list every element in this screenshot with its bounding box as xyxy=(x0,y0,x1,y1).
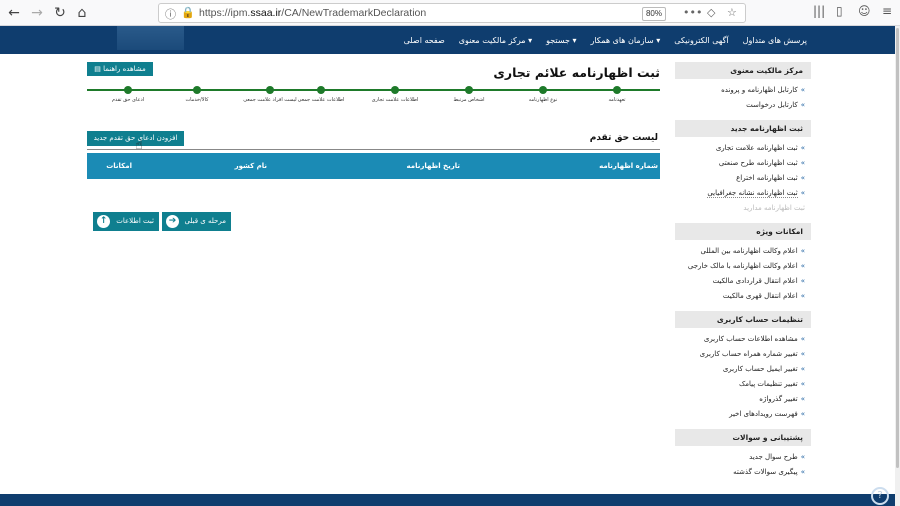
sidebar-section-support: پشتیبانی و سوالات xyxy=(675,429,811,446)
sidebar-item-disabled: ثبت اظهارنامه مدارید xyxy=(743,204,805,212)
step-trademark-info[interactable]: اطلاعات علامت تجاری xyxy=(360,86,430,103)
sidebar-section-ip-center: مرکز مالکیت معنوی xyxy=(675,62,811,79)
account-icon[interactable]: ☺ xyxy=(858,4,871,18)
sidebar-item-sms-settings[interactable]: تغییر تنظیمات پیامک xyxy=(675,377,811,392)
menu-icon[interactable]: ≡ xyxy=(882,4,892,18)
step-commitment[interactable]: تعهدنامه xyxy=(582,86,652,103)
bookmark-star-icon[interactable]: ☆ xyxy=(727,6,737,19)
sidebar-item-view-account[interactable]: مشاهده اطلاعات حساب کاربری xyxy=(675,332,811,347)
lock-icon[interactable]: 🔒 xyxy=(181,6,195,19)
nav-e-ads[interactable]: آگهی الکترونیکی xyxy=(674,36,728,45)
nav-home[interactable]: صفحه اصلی xyxy=(404,36,445,45)
sidebar-item-change-email[interactable]: تغییر ایمیل حساب کاربری xyxy=(675,362,811,377)
sidebar-icon[interactable]: ▯ xyxy=(836,4,843,18)
sidebar-item-change-password[interactable]: تغییر گذرواژه xyxy=(675,392,811,407)
footer xyxy=(0,494,895,506)
home-icon[interactable]: ⌂ xyxy=(72,3,92,23)
submit-info-button[interactable]: ثبت اطلاعات ↑ xyxy=(93,212,159,231)
divider xyxy=(87,149,660,150)
sidebar-item-request-cartable[interactable]: کارتابل درخواست xyxy=(675,98,811,113)
priority-list-title: لیست حق تقدم xyxy=(589,133,658,143)
sidebar-item-geographical-indication[interactable]: ثبت اظهارنامه نشانه جغرافیایی xyxy=(675,186,811,201)
scrollbar-thumb[interactable] xyxy=(896,28,899,468)
view-guide-button[interactable]: ▤ مشاهده راهنما xyxy=(87,62,153,76)
hand-cursor-icon: ☝ xyxy=(135,138,143,153)
sidebar-item-trademark[interactable]: ثبت اظهارنامه علامت تجاری xyxy=(675,141,811,156)
col-actions: امکانات xyxy=(106,162,132,170)
nav-menu: صفحه اصلی ▾ مرکز مالکیت معنوی ▾ جستجو ▾ … xyxy=(404,26,807,54)
browser-toolbar: ← → ↻ ⌂ ⓘ 🔒 https://ipm.ssaa.ir/CA/NewTr… xyxy=(0,0,900,26)
forward-icon[interactable]: → xyxy=(27,3,47,23)
sidebar: مرکز مالکیت معنوی کارتابل اظهارنامه و پر… xyxy=(675,62,811,480)
reload-icon[interactable]: ↻ xyxy=(50,3,70,23)
progress-stepper: تعهدنامه نوع اظهارنامه اشخاص مرتبط اطلاع… xyxy=(87,86,660,108)
col-country-name: نام کشور xyxy=(234,162,267,170)
sidebar-item-contract-transfer[interactable]: اعلام انتقال قراردادی مالکیت xyxy=(675,274,811,289)
step-declaration-type[interactable]: نوع اظهارنامه xyxy=(508,86,578,103)
sidebar-item-industrial-design[interactable]: ثبت اظهارنامه طرح صنعتی xyxy=(675,156,811,171)
sidebar-section-new-declaration: ثبت اظهارنامه جدید xyxy=(675,120,811,137)
previous-step-button[interactable]: مرحله ی قبلی ➔ xyxy=(162,212,231,231)
sidebar-item-foreign-owner-attorney[interactable]: اعلام وکالت اظهارنامه با مالک خارجی xyxy=(675,259,811,274)
sidebar-item-patent[interactable]: ثبت اظهارنامه اختراع xyxy=(675,171,811,186)
back-icon[interactable]: ← xyxy=(4,3,24,23)
priority-table-header: شماره اظهارنامه تاریخ اظهارنامه نام کشور… xyxy=(87,153,660,179)
sidebar-item-declaration-cartable[interactable]: کارتابل اظهارنامه و پرونده xyxy=(675,83,811,98)
sidebar-item-intl-attorney[interactable]: اعلام وکالت اظهارنامه بین المللی xyxy=(675,244,811,259)
library-icon[interactable]: ||| xyxy=(813,4,825,18)
page-title: ثبت اظهارنامه علائم تجاری xyxy=(493,65,660,80)
book-icon: ▤ xyxy=(94,65,101,73)
site-logo[interactable] xyxy=(117,26,184,50)
help-icon[interactable]: ? xyxy=(871,487,889,505)
sidebar-item-forced-transfer[interactable]: اعلام انتقال قهری مالکیت xyxy=(675,289,811,304)
sidebar-section-account-settings: تنظیمات حساب کاربری xyxy=(675,311,811,328)
sidebar-section-special-features: امکانات ویژه xyxy=(675,223,811,240)
arrow-up-circle-icon: ↑ xyxy=(97,215,110,228)
info-icon[interactable]: ⓘ xyxy=(165,6,176,22)
sidebar-item-past-questions[interactable]: پیگیری سوالات گذشته xyxy=(675,465,811,480)
sidebar-item-change-phone[interactable]: تغییر شماره همراه حساب کاربری xyxy=(675,347,811,362)
step-goods-services[interactable]: کالا/خدمات xyxy=(162,86,232,103)
step-related-persons[interactable]: اشخاص مرتبط xyxy=(434,86,504,103)
sidebar-item-recent-events[interactable]: فهرست رویدادهای اخیر xyxy=(675,407,811,422)
nav-partner-orgs[interactable]: ▾ سازمان های همکار xyxy=(590,36,660,45)
nav-ip-center[interactable]: ▾ مرکز مالکیت معنوی xyxy=(459,36,532,45)
nav-search[interactable]: ▾ جستجو xyxy=(546,36,576,45)
address-bar[interactable]: ⓘ 🔒 https://ipm.ssaa.ir/CA/NewTrademarkD… xyxy=(158,3,746,23)
step-collective-mark-persons[interactable]: لیست افراد علامت جمعی xyxy=(235,86,305,103)
sidebar-item-new-question[interactable]: طرح سوال جدید xyxy=(675,450,811,465)
url-text: https://ipm.ssaa.ir/CA/NewTrademarkDecla… xyxy=(199,7,427,19)
more-icon[interactable]: ••• xyxy=(683,6,702,19)
pocket-icon[interactable]: ◇ xyxy=(707,6,715,19)
col-declaration-number: شماره اظهارنامه xyxy=(599,162,658,170)
top-navigation: صفحه اصلی ▾ مرکز مالکیت معنوی ▾ جستجو ▾ … xyxy=(0,26,895,54)
zoom-level[interactable]: 80% xyxy=(642,7,666,21)
step-priority-claim[interactable]: ادعای حق تقدم xyxy=(93,86,163,103)
arrow-right-circle-icon: ➔ xyxy=(166,215,179,228)
nav-faq[interactable]: پرسش های متداول xyxy=(743,36,807,45)
col-declaration-date: تاریخ اظهارنامه xyxy=(406,162,460,170)
